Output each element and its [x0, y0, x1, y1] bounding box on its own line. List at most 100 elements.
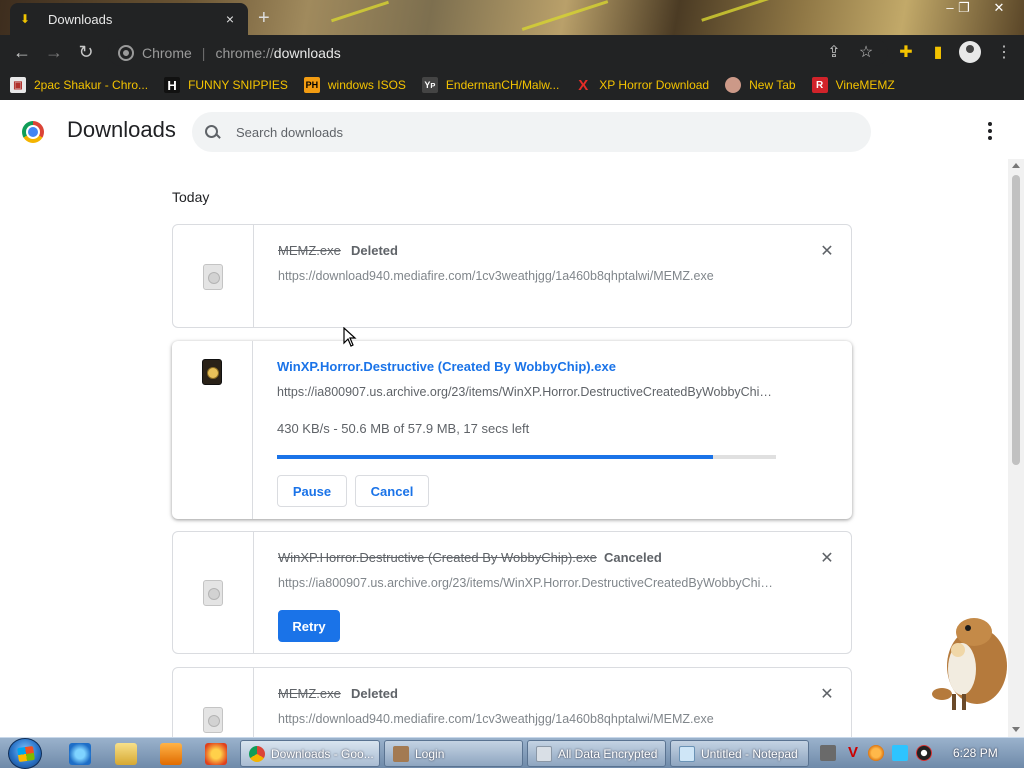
taskbar-item-notepad[interactable]: Untitled - Notepad [670, 740, 809, 767]
browser-menu-icon[interactable]: ⋮ [993, 42, 1015, 64]
tray-chrome-icon[interactable] [916, 745, 932, 761]
pause-button[interactable]: Pause [277, 475, 347, 507]
file-icon [203, 580, 223, 606]
r-icon: R [811, 77, 828, 93]
download-item-active: WinXP.Horror.Destructive (Created By Wob… [172, 341, 852, 519]
login-app-icon [393, 745, 409, 762]
remove-from-list-icon[interactable]: ✕ [817, 548, 837, 568]
bookmark-label: New Tab [749, 78, 796, 92]
download-favicon-icon: ⬇ [20, 12, 31, 26]
forward-arrow-icon[interactable]: → [38, 37, 70, 69]
scrollbar-thumb[interactable] [1012, 175, 1020, 465]
address-separator: | [201, 44, 206, 61]
bookmark-label: FUNNY SNIPPIES [188, 78, 288, 92]
restore-window-icon[interactable]: ❐ [950, 0, 978, 16]
download-status: Deleted [351, 243, 398, 258]
window-title-bar: ⬇ Downloads × + – ❐ ✕ [0, 0, 1024, 35]
tray-v-icon[interactable]: V [845, 745, 861, 761]
bookmark-star-icon[interactable]: ☆ [855, 42, 877, 64]
window-app-icon [536, 745, 552, 762]
download-filename: MEMZ.exe [278, 686, 341, 701]
start-button[interactable] [8, 738, 42, 769]
tab-title: Downloads [48, 11, 113, 27]
search-input[interactable] [236, 124, 836, 140]
tab-downloads[interactable]: ⬇ Downloads × [10, 3, 248, 35]
section-label-today: Today [172, 189, 210, 205]
download-filename-link[interactable]: WinXP.Horror.Destructive (Created By Wob… [277, 359, 616, 374]
bookmark-2pac[interactable]: ▣ 2pac Shakur - Chro... [10, 77, 148, 93]
wallpaper-streak [521, 0, 609, 31]
chrome-logo-icon [22, 121, 44, 143]
close-window-icon[interactable]: ✕ [985, 0, 1013, 16]
address-bar[interactable]: Chrome | chrome:// downloads [108, 39, 888, 66]
scroll-up-arrow-icon[interactable] [1012, 163, 1020, 168]
download-filename: WinXP.Horror.Destructive (Created By Wob… [278, 550, 597, 565]
chrome-icon [249, 745, 265, 762]
bookmark-label: EndermanCH/Malw... [445, 78, 560, 92]
new-tab-button[interactable]: + [258, 7, 270, 30]
file-icon [203, 264, 223, 290]
file-explorer-icon[interactable] [115, 743, 137, 765]
tray-monitor-icon[interactable] [892, 745, 908, 761]
back-arrow-icon[interactable]: ← [6, 37, 38, 69]
download-item: MEMZ.exe Deleted https://download940.med… [172, 667, 852, 737]
side-panel-icon[interactable]: ▮ [927, 42, 949, 64]
taskbar-item-chrome-downloads[interactable]: Downloads - Goo... [240, 740, 380, 767]
ph-icon: PH [303, 77, 320, 93]
more-actions-icon[interactable] [982, 119, 998, 143]
bookmark-funny-snippies[interactable]: H FUNNY SNIPPIES [164, 77, 288, 93]
chrome-site-icon [118, 44, 134, 61]
globe-icon [725, 77, 742, 93]
downloads-header: Downloads [0, 103, 1024, 159]
taskbar-item-label: Downloads - Goo... [271, 746, 374, 761]
search-bar[interactable] [192, 112, 871, 152]
wallpaper-streak [701, 0, 769, 22]
wallpaper-streak [331, 0, 389, 23]
download-url[interactable]: https://ia800907.us.archive.org/23/items… [278, 576, 778, 590]
download-progress-text: 430 KB/s - 50.6 MB of 57.9 MB, 17 secs l… [277, 421, 530, 436]
taskbar-item-login[interactable]: Login [384, 740, 523, 767]
download-progress-fill [277, 455, 714, 459]
bookmark-xp-horror[interactable]: X XP Horror Download [575, 76, 709, 94]
taskbar-item-label: Untitled - Notepad [701, 746, 798, 761]
bookmark-windows-isos[interactable]: PH windows ISOS [303, 77, 406, 93]
download-url[interactable]: https://download940.mediafire.com/1cv3we… [278, 712, 778, 726]
gift-icon: ▣ [10, 77, 26, 93]
cancel-button[interactable]: Cancel [355, 475, 429, 507]
x-icon: X [578, 76, 589, 94]
taskbar-item-all-data-encrypted[interactable]: All Data Encrypted [527, 740, 666, 767]
profile-avatar-icon[interactable] [959, 41, 981, 63]
bookmark-vinememz[interactable]: R VineMEMZ [811, 77, 895, 93]
taskbar-item-label: All Data Encrypted [558, 746, 658, 761]
share-icon[interactable]: ⇪ [823, 42, 845, 64]
download-url[interactable]: https://download940.mediafire.com/1cv3we… [278, 269, 778, 283]
download-filename: MEMZ.exe [278, 243, 341, 258]
bookmark-endermanch[interactable]: YP EndermanCH/Malw... [421, 77, 560, 93]
tray-search-icon[interactable] [868, 745, 884, 761]
download-item: MEMZ.exe Deleted https://download940.med… [172, 224, 852, 328]
bookmark-label: VineMEMZ [835, 78, 895, 92]
retry-button[interactable]: Retry [278, 610, 340, 642]
download-status: Deleted [351, 686, 398, 701]
tab-close-icon[interactable]: × [222, 11, 238, 27]
media-player-icon[interactable] [160, 743, 182, 765]
reload-icon[interactable]: ↻ [70, 37, 102, 69]
scroll-down-arrow-icon[interactable] [1012, 727, 1020, 732]
internet-explorer-icon[interactable] [69, 743, 91, 765]
remove-from-list-icon[interactable]: ✕ [817, 684, 837, 704]
download-url[interactable]: https://ia800907.us.archive.org/23/items… [277, 385, 777, 399]
windows-logo-icon [17, 745, 35, 763]
bookmark-new-tab[interactable]: New Tab [725, 77, 796, 93]
remove-from-list-icon[interactable]: ✕ [817, 241, 837, 261]
extensions-puzzle-icon[interactable]: ✚ [895, 42, 917, 64]
system-clock: 6:28 PM [953, 746, 998, 760]
desktop-hamster-mascot [922, 614, 1012, 714]
file-icon-column [173, 532, 254, 653]
address-url-scheme: chrome:// [215, 44, 274, 61]
file-icon-column [173, 225, 254, 327]
page-title: Downloads [67, 117, 176, 142]
address-prefix: Chrome [142, 44, 192, 61]
paint-app-icon[interactable] [205, 743, 227, 765]
taskbar-item-label: Login [415, 746, 445, 761]
tray-app-icon[interactable] [820, 745, 836, 761]
